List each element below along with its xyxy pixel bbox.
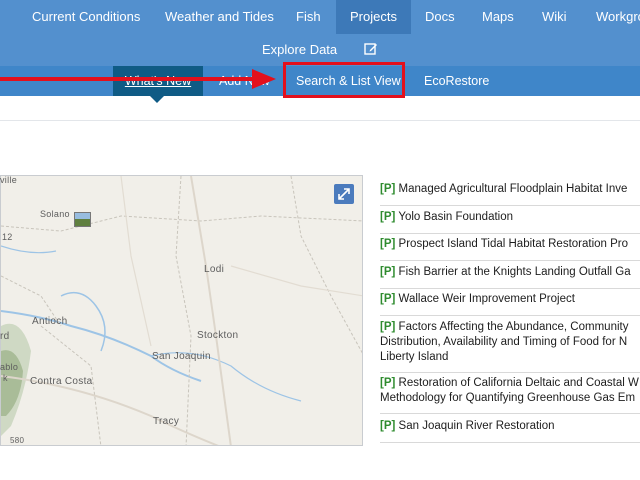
map-label: 580 — [10, 436, 25, 445]
annotation-highlight-box — [283, 62, 405, 98]
map-label: Lodi — [204, 264, 225, 275]
project-tag: [P] — [380, 321, 396, 333]
list-divider — [380, 288, 640, 289]
list-item[interactable]: [P] Prospect Island Tidal Habitat Restor… — [380, 237, 640, 252]
project-tag: [P] — [380, 266, 396, 278]
active-tab-caret — [150, 96, 164, 103]
map-label: Tracy — [153, 416, 180, 427]
project-title[interactable]: Wallace Weir Improvement Project — [399, 293, 575, 305]
list-divider — [380, 442, 640, 443]
project-title[interactable]: Fish Barrier at the Knights Landing Outf… — [399, 266, 631, 278]
list-divider — [380, 413, 640, 414]
nav-current-conditions[interactable]: Current Conditions — [32, 0, 140, 34]
list-item[interactable]: [P] San Joaquin River Restoration — [380, 419, 640, 434]
nav-explore-data[interactable]: Explore Data — [262, 42, 337, 57]
content-divider — [0, 120, 640, 121]
list-divider — [380, 260, 640, 261]
map-label: ablo — [0, 362, 19, 372]
annotation-arrow-head — [252, 69, 276, 89]
nav-wiki[interactable]: Wiki — [542, 0, 567, 34]
nav-docs[interactable]: Docs — [425, 0, 455, 34]
nav-maps[interactable]: Maps — [482, 0, 514, 34]
edit-icon[interactable] — [364, 42, 378, 56]
project-title[interactable]: Restoration of California Deltaic and Co… — [399, 377, 639, 389]
map-label: k — [3, 373, 8, 383]
project-title-line[interactable]: Methodology for Quantifying Greenhouse G… — [380, 391, 640, 406]
project-tag: [P] — [380, 183, 396, 195]
project-title[interactable]: Factors Affecting the Abundance, Communi… — [399, 321, 629, 333]
list-item[interactable]: [P] Yolo Basin Foundation — [380, 210, 640, 225]
annotation-arrow-shaft — [0, 77, 258, 81]
map-label: Solano — [40, 209, 70, 219]
expand-map-button[interactable] — [334, 184, 354, 204]
list-item[interactable]: [P] Fish Barrier at the Knights Landing … — [380, 265, 640, 280]
project-tag: [P] — [380, 420, 396, 432]
map-label: rd — [0, 331, 10, 342]
map-thumbnail[interactable] — [74, 212, 91, 227]
project-tag: [P] — [380, 293, 396, 305]
project-title[interactable]: Yolo Basin Foundation — [398, 211, 513, 223]
map-label: ville — [0, 175, 18, 185]
tab-ecorestore[interactable]: EcoRestore — [424, 66, 489, 96]
list-divider — [380, 372, 640, 373]
nav-weather-and-tides[interactable]: Weather and Tides — [165, 0, 274, 34]
map-label: Antioch — [32, 316, 68, 327]
list-item[interactable]: [P] Factors Affecting the Abundance, Com… — [380, 320, 640, 365]
project-title[interactable]: Managed Agricultural Floodplain Habitat … — [399, 183, 628, 195]
project-title-line[interactable]: Distribution, Availability and Timing of… — [380, 335, 640, 350]
map-label: Contra Costa — [30, 376, 93, 387]
project-tag: [P] — [380, 211, 396, 223]
map-label: San Joaquin — [152, 351, 211, 362]
nav-workgroups[interactable]: Workgro — [596, 0, 640, 34]
project-title-line[interactable]: Liberty Island — [380, 350, 640, 365]
project-tag: [P] — [380, 238, 396, 250]
project-tag: [P] — [380, 377, 396, 389]
list-item[interactable]: [P] Restoration of California Deltaic an… — [380, 376, 640, 406]
nav-projects[interactable]: Projects — [336, 0, 411, 34]
list-divider — [380, 205, 640, 206]
map-label: Stockton — [197, 330, 239, 341]
project-title[interactable]: San Joaquin River Restoration — [399, 420, 555, 432]
list-divider — [380, 315, 640, 316]
nav-fish[interactable]: Fish — [296, 0, 321, 34]
expand-icon — [338, 188, 350, 200]
list-item[interactable]: [P] Managed Agricultural Floodplain Habi… — [380, 182, 640, 197]
list-divider — [380, 233, 640, 234]
project-title[interactable]: Prospect Island Tidal Habitat Restoratio… — [399, 238, 628, 250]
map-label: 12 — [2, 232, 13, 242]
tab-whats-new[interactable]: What's New — [113, 66, 203, 96]
list-item[interactable]: [P] Wallace Weir Improvement Project — [380, 292, 640, 307]
